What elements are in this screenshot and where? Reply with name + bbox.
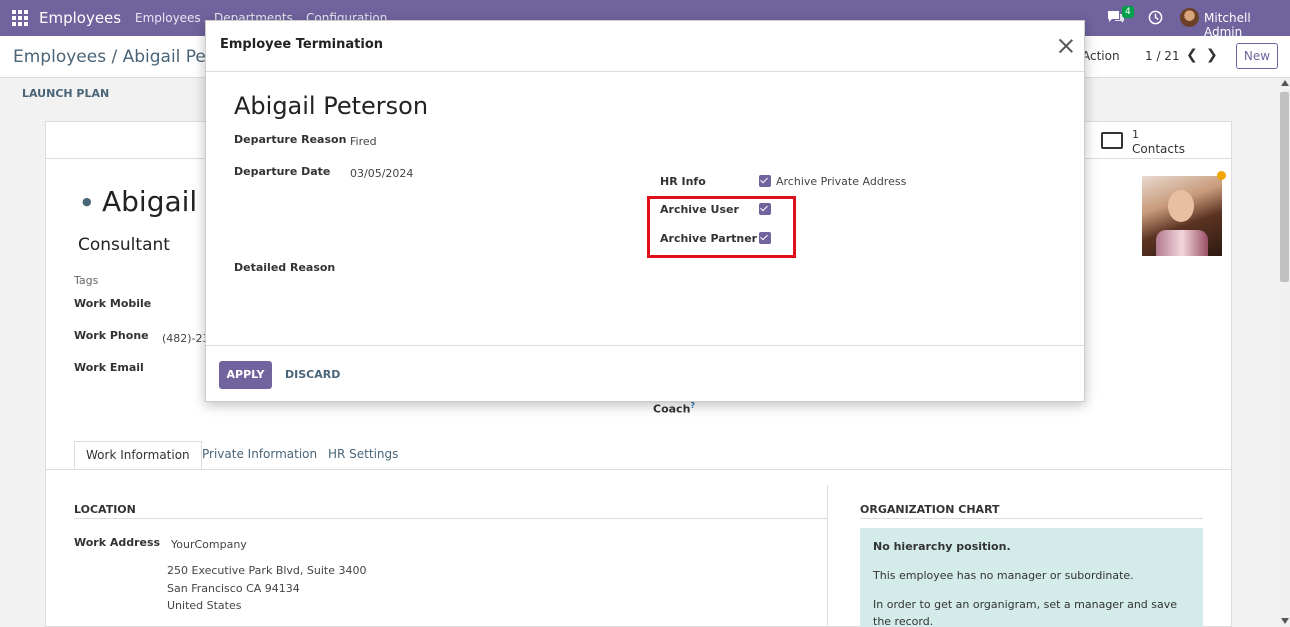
departure-date-label: Departure Date	[234, 165, 331, 178]
employee-termination-dialog: Employee Termination Abigail Peterson De…	[205, 20, 1085, 402]
close-icon[interactable]	[1058, 38, 1074, 54]
highlight-annotation-box	[647, 196, 796, 258]
dialog-footer: APPLY DISCARD	[206, 345, 1084, 403]
dialog-header: Employee Termination	[206, 21, 1084, 72]
archive-private-address-checkbox[interactable]	[759, 175, 771, 187]
departure-date-input[interactable]: 03/05/2024	[350, 167, 413, 180]
discard-button[interactable]: DISCARD	[285, 368, 340, 381]
dialog-employee-name: Abigail Peterson	[234, 92, 429, 120]
detailed-reason-label: Detailed Reason	[234, 261, 336, 274]
apply-button[interactable]: APPLY	[219, 361, 272, 389]
departure-reason-select[interactable]: Fired	[350, 135, 377, 148]
dialog-title: Employee Termination	[220, 37, 384, 52]
archive-private-address-label[interactable]: Archive Private Address	[776, 175, 906, 188]
dialog-body: Abigail Peterson Departure Reason Fired …	[206, 72, 1084, 345]
departure-reason-label: Departure Reason	[234, 133, 347, 146]
hr-info-label: HR Info	[660, 175, 706, 188]
